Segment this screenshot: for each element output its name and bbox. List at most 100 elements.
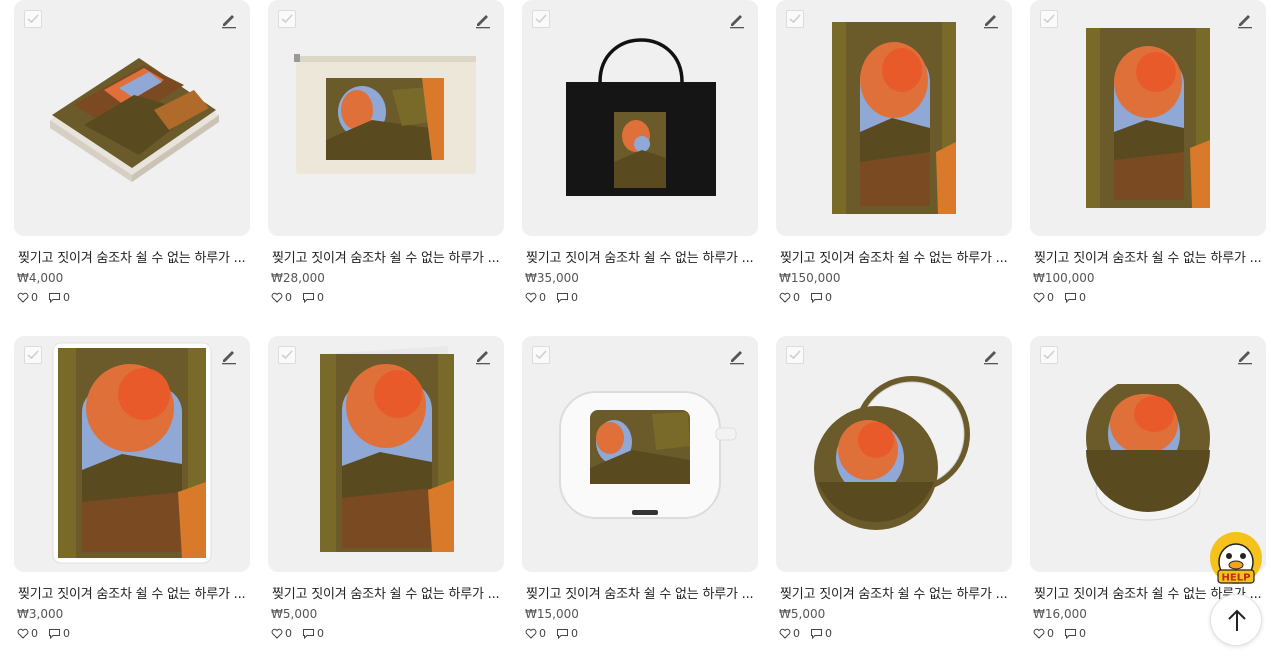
product-thumbnail[interactable] bbox=[776, 336, 1012, 572]
black-tote-bag-image bbox=[566, 38, 716, 196]
edit-icon[interactable] bbox=[1236, 347, 1254, 365]
select-checkbox[interactable] bbox=[1040, 346, 1058, 364]
select-checkbox[interactable] bbox=[786, 10, 804, 28]
product-card[interactable]: 찢기고 짓이겨 숨조차 쉴 수 없는 하루가 ... ₩35,000 0 0 bbox=[522, 0, 758, 304]
edit-icon[interactable] bbox=[474, 347, 492, 365]
like-count: 0 bbox=[1047, 627, 1054, 640]
comment-icon bbox=[811, 629, 822, 639]
poster-medium-image bbox=[1086, 28, 1210, 208]
product-title[interactable]: 찢기고 짓이겨 숨조차 쉴 수 없는 하루가 ... bbox=[14, 247, 250, 266]
comment-count: 0 bbox=[571, 627, 578, 640]
heart-icon bbox=[779, 292, 791, 303]
product-thumbnail[interactable] bbox=[14, 0, 250, 236]
comment-icon bbox=[557, 293, 568, 303]
scroll-to-top-button[interactable] bbox=[1210, 594, 1262, 646]
product-stats: 0 0 bbox=[522, 291, 758, 304]
product-thumbnail[interactable] bbox=[268, 0, 504, 236]
heart-icon bbox=[779, 628, 791, 639]
heart-icon bbox=[1033, 292, 1045, 303]
select-checkbox[interactable] bbox=[24, 10, 42, 28]
select-checkbox[interactable] bbox=[786, 346, 804, 364]
comment-icon bbox=[303, 629, 314, 639]
product-stats: 0 0 bbox=[14, 291, 250, 304]
product-price: ₩4,000 bbox=[17, 271, 64, 285]
product-price: ₩5,000 bbox=[779, 607, 826, 621]
product-title[interactable]: 찢기고 짓이겨 숨조차 쉴 수 없는 하루가 ... bbox=[1030, 247, 1266, 266]
airpods-case-image bbox=[559, 391, 737, 519]
product-thumbnail[interactable] bbox=[776, 0, 1012, 236]
edit-icon[interactable] bbox=[728, 11, 746, 29]
greeting-card-image bbox=[320, 346, 454, 552]
heart-icon bbox=[17, 628, 29, 639]
product-card[interactable]: 찢기고 짓이겨 숨조차 쉴 수 없는 하루가 ... ₩150,000 0 0 bbox=[776, 0, 1012, 304]
like-count: 0 bbox=[31, 627, 38, 640]
product-title[interactable]: 찢기고 짓이겨 숨조차 쉴 수 없는 하루가 ... bbox=[522, 583, 758, 602]
comment-icon bbox=[303, 293, 314, 303]
product-title[interactable]: 찢기고 짓이겨 숨조차 쉴 수 없는 하루가 ... bbox=[522, 247, 758, 266]
heart-icon bbox=[1033, 628, 1045, 639]
heart-icon bbox=[525, 628, 537, 639]
product-price: ₩28,000 bbox=[271, 271, 325, 285]
product-thumbnail[interactable] bbox=[14, 336, 250, 572]
comment-icon bbox=[1065, 293, 1076, 303]
heart-icon bbox=[525, 292, 537, 303]
pocket-mirror-image bbox=[814, 376, 970, 530]
edit-icon[interactable] bbox=[220, 11, 238, 29]
comment-icon bbox=[49, 629, 60, 639]
select-checkbox[interactable] bbox=[278, 346, 296, 364]
product-card[interactable]: 찢기고 짓이겨 숨조차 쉴 수 없는 하루가 ... ₩100,000 0 0 bbox=[1030, 0, 1266, 304]
product-card[interactable]: 찢기고 짓이겨 숨조차 쉴 수 없는 하루가 ... ₩4,000 0 0 bbox=[14, 0, 250, 304]
select-checkbox[interactable] bbox=[532, 10, 550, 28]
like-count: 0 bbox=[285, 291, 292, 304]
like-count: 0 bbox=[539, 291, 546, 304]
edit-icon[interactable] bbox=[220, 347, 238, 365]
edit-icon[interactable] bbox=[982, 347, 1000, 365]
product-thumbnail[interactable] bbox=[522, 0, 758, 236]
heart-icon bbox=[271, 292, 283, 303]
select-checkbox[interactable] bbox=[278, 10, 296, 28]
product-thumbnail[interactable] bbox=[1030, 0, 1266, 236]
select-checkbox[interactable] bbox=[24, 346, 42, 364]
arrow-up-icon bbox=[1228, 609, 1246, 631]
product-price: ₩35,000 bbox=[525, 271, 579, 285]
heart-icon bbox=[271, 628, 283, 639]
comment-count: 0 bbox=[317, 291, 324, 304]
help-button[interactable]: HELP bbox=[1208, 532, 1264, 588]
comment-icon bbox=[557, 629, 568, 639]
product-thumbnail[interactable] bbox=[268, 336, 504, 572]
product-title[interactable]: 찢기고 짓이겨 숨조차 쉴 수 없는 하루가 ... bbox=[776, 247, 1012, 266]
coaster-stack-image bbox=[50, 58, 219, 182]
product-stats: 0 0 bbox=[776, 627, 1012, 640]
product-title[interactable]: 찢기고 짓이겨 숨조차 쉴 수 없는 하루가 ... bbox=[268, 247, 504, 266]
product-price: ₩15,000 bbox=[525, 607, 579, 621]
product-stats: 0 0 bbox=[14, 627, 250, 640]
product-title[interactable]: 찢기고 짓이겨 숨조차 쉴 수 없는 하루가 ... bbox=[776, 583, 1012, 602]
help-label: HELP bbox=[1222, 573, 1251, 584]
like-count: 0 bbox=[285, 627, 292, 640]
comment-count: 0 bbox=[825, 627, 832, 640]
product-stats: 0 0 bbox=[522, 627, 758, 640]
edit-icon[interactable] bbox=[1236, 11, 1254, 29]
product-thumbnail[interactable] bbox=[522, 336, 758, 572]
product-card[interactable]: 찢기고 짓이겨 숨조차 쉴 수 없는 하루가 ... ₩5,000 0 0 bbox=[268, 336, 504, 640]
phone-grip-image bbox=[1086, 384, 1210, 521]
edit-icon[interactable] bbox=[474, 11, 492, 29]
help-mascot-icon: HELP bbox=[1210, 532, 1262, 584]
canvas-pouch-image bbox=[294, 54, 476, 174]
comment-count: 0 bbox=[317, 627, 324, 640]
product-card[interactable]: 찢기고 짓이겨 숨조차 쉴 수 없는 하루가 ... ₩5,000 0 0 bbox=[776, 336, 1012, 640]
product-stats: 0 0 bbox=[776, 291, 1012, 304]
comment-count: 0 bbox=[63, 627, 70, 640]
product-title[interactable]: 찢기고 짓이겨 숨조차 쉴 수 없는 하루가 ... bbox=[268, 583, 504, 602]
edit-icon[interactable] bbox=[982, 11, 1000, 29]
product-card[interactable]: 찢기고 짓이겨 숨조차 쉴 수 없는 하루가 ... ₩3,000 0 0 bbox=[14, 336, 250, 640]
product-title[interactable]: 찢기고 짓이겨 숨조차 쉴 수 없는 하루가 ... bbox=[14, 583, 250, 602]
product-card[interactable]: 찢기고 짓이겨 숨조차 쉴 수 없는 하루가 ... ₩28,000 0 0 bbox=[268, 0, 504, 304]
select-checkbox[interactable] bbox=[1040, 10, 1058, 28]
select-checkbox[interactable] bbox=[532, 346, 550, 364]
product-price: ₩150,000 bbox=[779, 271, 841, 285]
poster-large-image bbox=[832, 22, 956, 214]
edit-icon[interactable] bbox=[728, 347, 746, 365]
product-card[interactable]: 찢기고 짓이겨 숨조차 쉴 수 없는 하루가 ... ₩15,000 0 0 bbox=[522, 336, 758, 640]
comment-count: 0 bbox=[1079, 627, 1086, 640]
